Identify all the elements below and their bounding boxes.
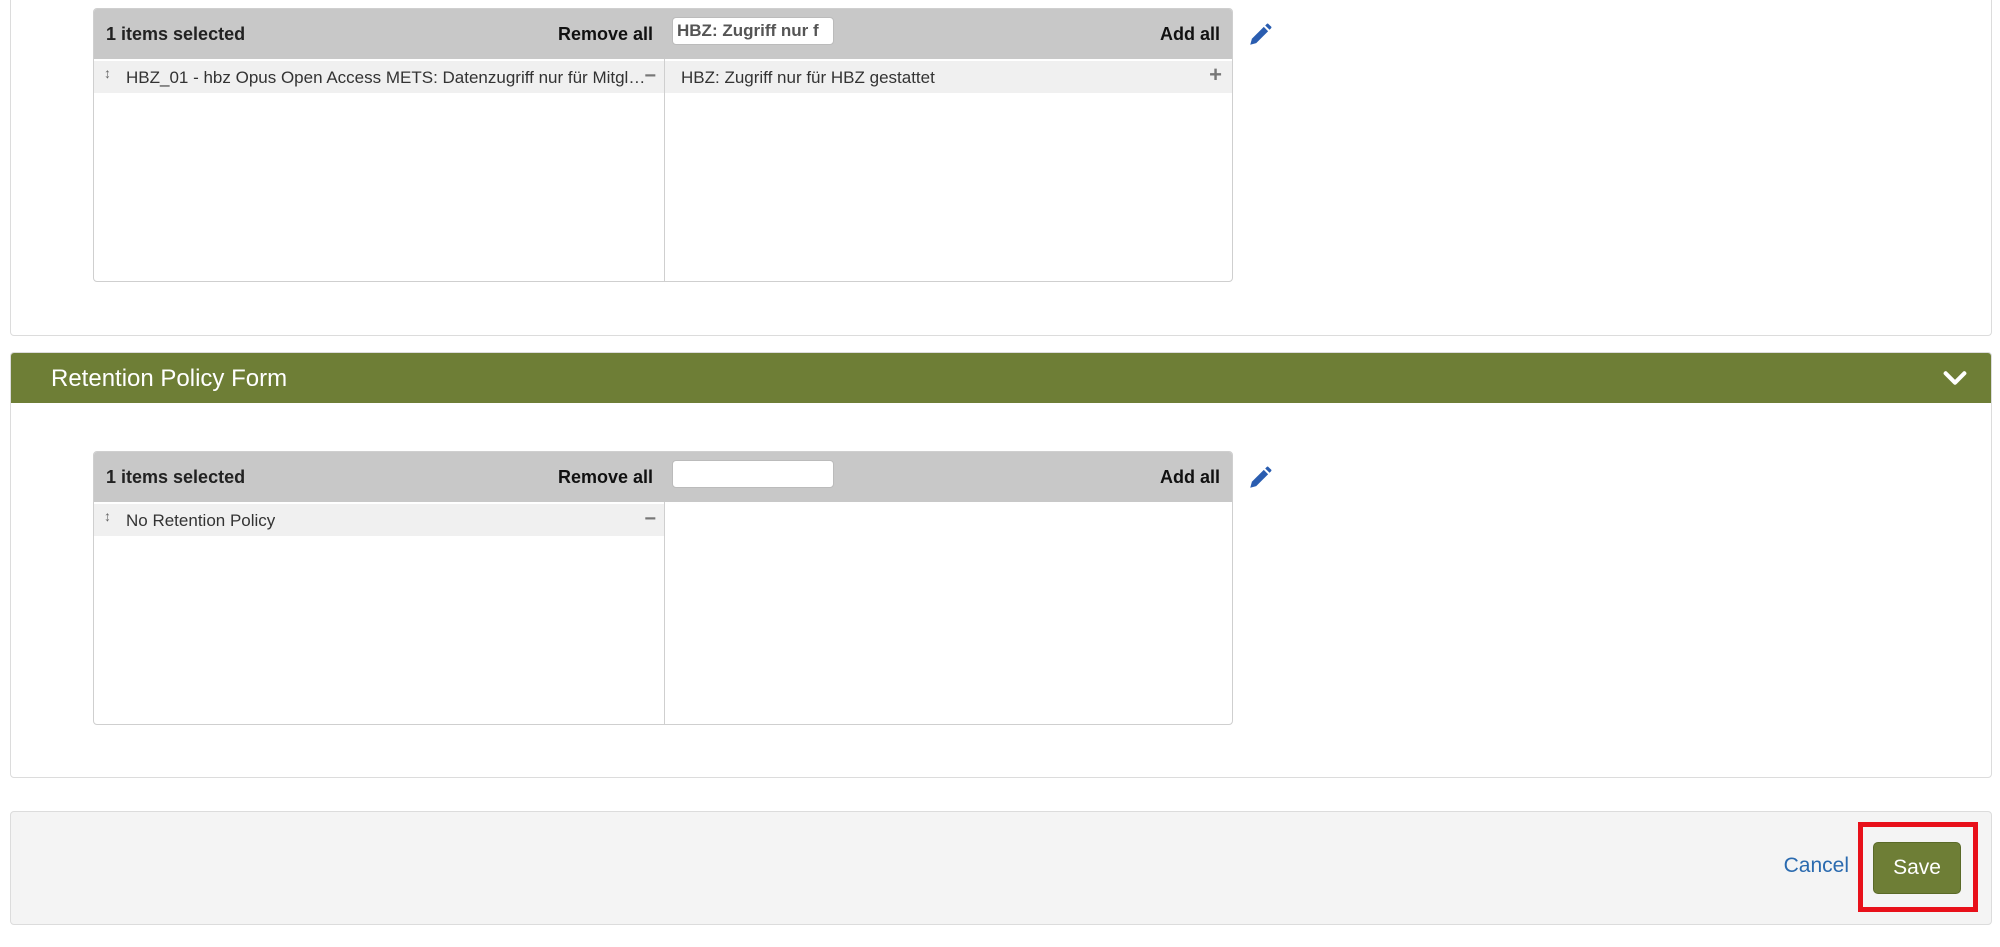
selected-list-item[interactable]: ↕ No Retention Policy − [94,504,664,536]
panel-title: Retention Policy Form [51,365,288,392]
save-button[interactable]: Save [1873,842,1961,894]
add-item-icon[interactable]: + [1209,62,1222,88]
filter-input[interactable] [672,17,834,45]
selected-item-label: HBZ_01 - hbz Opus Open Access METS: Date… [126,68,646,87]
remove-all-button[interactable]: Remove all [558,467,653,488]
add-all-button[interactable]: Add all [1160,467,1220,488]
filter-input[interactable] [672,460,834,488]
access-rights-picker: 1 items selected Remove all Add all ↕ HB… [93,8,1233,282]
remove-item-icon[interactable]: − [644,65,656,88]
picker-header: 1 items selected Remove all Add all [94,9,1232,59]
form-footer: Cancel [10,811,1992,925]
access-rights-panel: 1 items selected Remove all Add all ↕ HB… [10,0,1992,336]
retention-policy-header[interactable]: Retention Policy Form [11,353,1991,403]
chevron-down-icon[interactable] [1941,364,1969,392]
column-divider [664,502,665,724]
remove-all-button[interactable]: Remove all [558,24,653,45]
cancel-link[interactable]: Cancel [1784,854,1849,878]
selected-count: 1 items selected [106,467,246,487]
selected-count: 1 items selected [106,24,246,44]
pencil-icon[interactable] [1247,22,1273,48]
drag-handle-icon[interactable]: ↕ [104,508,111,524]
selected-item-label: No Retention Policy [126,511,276,530]
add-all-button[interactable]: Add all [1160,24,1220,45]
remove-item-icon[interactable]: − [644,508,656,531]
retention-policy-picker: 1 items selected Remove all Add all ↕ No… [93,451,1233,725]
drag-handle-icon[interactable]: ↕ [104,65,111,81]
pencil-icon[interactable] [1247,465,1273,491]
available-list-item[interactable]: HBZ: Zugriff nur für HBZ gestattet + [665,61,1232,93]
picker-header: 1 items selected Remove all Add all [94,452,1232,502]
available-item-label: HBZ: Zugriff nur für HBZ gestattet [681,68,935,87]
retention-policy-panel: Retention Policy Form 1 items selected R… [10,352,1992,778]
selected-list-item[interactable]: ↕ HBZ_01 - hbz Opus Open Access METS: Da… [94,61,664,93]
